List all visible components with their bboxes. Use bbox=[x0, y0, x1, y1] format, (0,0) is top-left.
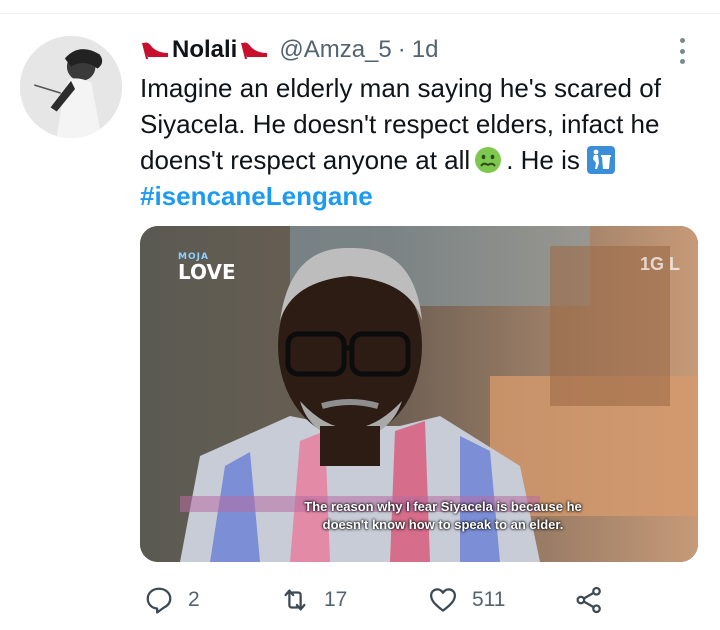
like-button[interactable]: 511 bbox=[428, 582, 505, 618]
high-heel-icon bbox=[142, 42, 168, 59]
retweet-button[interactable]: 17 bbox=[280, 582, 347, 618]
tweet-text-segment: doens't respect anyone at all bbox=[140, 145, 471, 175]
top-divider bbox=[0, 0, 720, 14]
tweet-text: Imagine an elderly man saying he's scare… bbox=[140, 70, 710, 214]
tweet-text-line: Imagine an elderly man saying he's scare… bbox=[140, 73, 661, 103]
reply-count: 2 bbox=[188, 588, 200, 611]
retweet-count: 17 bbox=[324, 588, 348, 611]
retweet-icon bbox=[284, 589, 306, 611]
subtitle-line: doesn't know how to speak to an elder. bbox=[322, 517, 564, 532]
more-dot bbox=[679, 48, 685, 54]
tweet-text-line: doens't respect anyone at all . He is bbox=[140, 142, 710, 178]
share-icon bbox=[576, 586, 601, 614]
hashtag-link[interactable]: #isencaneLengane bbox=[140, 178, 710, 214]
tweet-actions: 2 17 511 bbox=[140, 582, 620, 618]
heart-icon bbox=[430, 588, 456, 612]
timestamp[interactable]: 1d bbox=[412, 36, 439, 64]
avatar-image bbox=[20, 36, 122, 138]
trash-can-emoji-icon bbox=[586, 146, 615, 174]
logo-big-text: LOVE bbox=[178, 260, 236, 284]
sick-face-emoji-icon bbox=[475, 147, 502, 173]
share-button[interactable] bbox=[574, 582, 604, 618]
high-heel-icon bbox=[241, 42, 268, 59]
tweet-header: Nolali @Amza_5 · 1d bbox=[140, 32, 438, 68]
reply-button[interactable]: 2 bbox=[144, 582, 200, 618]
tweet-text-line: Siyacela. He doesn't respect elders, inf… bbox=[140, 109, 660, 139]
like-count: 511 bbox=[472, 588, 506, 611]
user-handle[interactable]: @Amza_5 bbox=[279, 36, 391, 64]
video-subtitle: The reason why I fear Siyacela is becaus… bbox=[278, 498, 608, 534]
display-name[interactable]: Nolali bbox=[172, 36, 237, 64]
more-options-icon[interactable] bbox=[670, 36, 694, 66]
channel-watermark: 1G L bbox=[639, 254, 680, 274]
tweet-media-image[interactable]: MOJA LOVE 1G L The reason why I fear Siy… bbox=[140, 226, 698, 562]
tweet-text-segment: . He is bbox=[506, 145, 580, 175]
more-dot bbox=[679, 38, 685, 43]
avatar[interactable] bbox=[20, 36, 122, 138]
reply-icon bbox=[146, 587, 172, 614]
subtitle-line: The reason why I fear Siyacela is becaus… bbox=[304, 499, 582, 514]
separator-dot: · bbox=[397, 36, 406, 63]
more-dot bbox=[679, 59, 685, 64]
channel-logo: MOJA LOVE bbox=[178, 252, 236, 282]
